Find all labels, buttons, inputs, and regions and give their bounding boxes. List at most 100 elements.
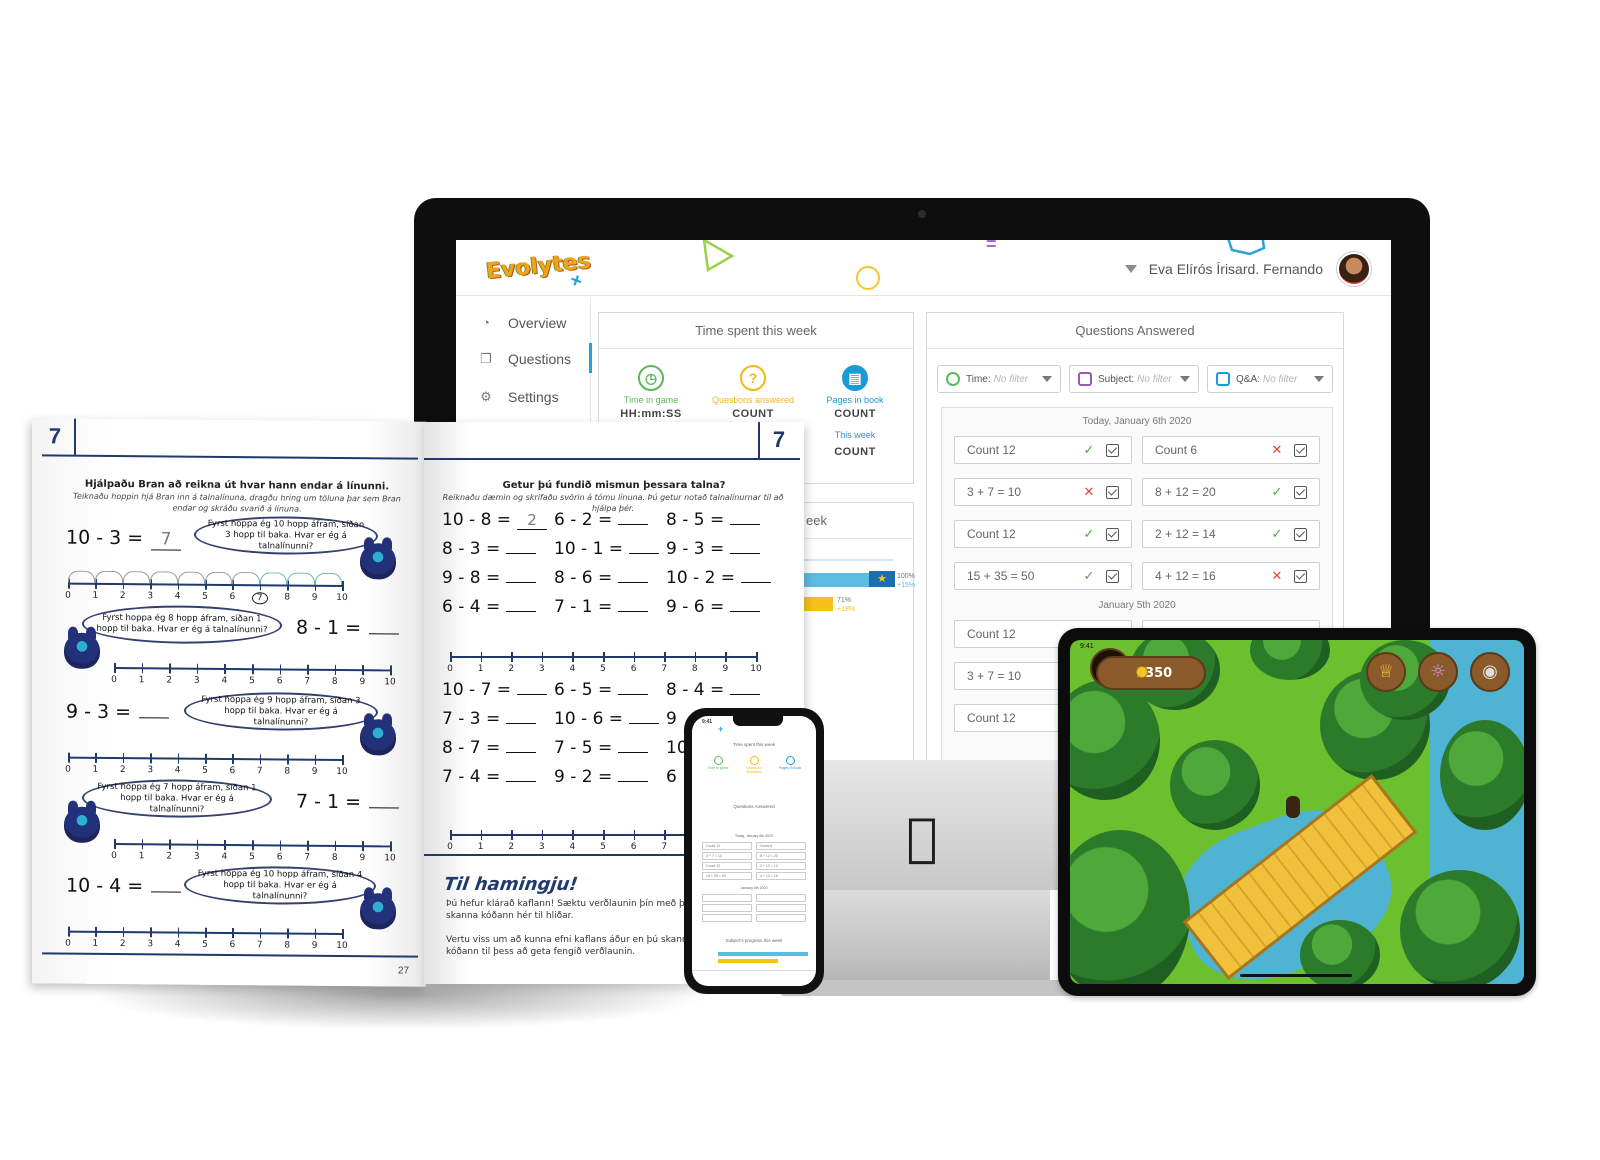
answer-blank[interactable] (741, 582, 772, 583)
phone-question-card[interactable] (756, 904, 806, 912)
phone-question-card[interactable]: 8 + 12 = 20 (756, 852, 806, 860)
answer-blank[interactable] (506, 781, 537, 782)
tree (1250, 640, 1330, 680)
user-menu[interactable]: Eva Elírós Írisard. Fernando (1124, 252, 1371, 286)
number-line-label: 9 (359, 853, 366, 864)
number-line-label: 10 (750, 664, 762, 674)
stat-value: COUNT (834, 446, 876, 458)
question-card[interactable]: 2 + 12 = 14 ✓ (1142, 520, 1320, 548)
avatar[interactable] (1337, 252, 1371, 286)
checkbox-icon[interactable] (1294, 527, 1307, 541)
answer-blank[interactable] (618, 582, 649, 583)
question-card[interactable]: Count 6 ✕ (1142, 436, 1320, 464)
chapter-number: 7 (36, 418, 76, 455)
number-line-tick (114, 662, 116, 674)
checkbox-icon[interactable] (1106, 485, 1119, 499)
subject-icon (1078, 372, 1092, 386)
phone-question-card[interactable] (756, 914, 806, 922)
filter-qa[interactable]: Q&A: No filter (1207, 365, 1333, 393)
phone-question-card[interactable]: 3 + 7 = 10 (702, 852, 752, 860)
stat-label: This week (834, 430, 876, 440)
question-card[interactable]: 4 + 12 = 16 ✕ (1142, 562, 1320, 590)
sidebar-item-settings[interactable]: ⚙ Settings (478, 389, 558, 405)
checkbox-icon[interactable] (1294, 485, 1307, 499)
answer-blank[interactable] (369, 807, 400, 809)
questions-icon: ❐ (480, 351, 492, 366)
question-card[interactable]: Count 12 ✓ (954, 436, 1132, 464)
user-name[interactable]: Eva Elírós Írisard. Fernando (1149, 261, 1323, 277)
filter-time[interactable]: Time: No filter (937, 365, 1061, 393)
trophy-icon[interactable]: ♕ (1366, 652, 1406, 692)
home-indicator (1240, 974, 1352, 977)
phone-question-card[interactable] (702, 914, 752, 922)
imac-stand (800, 890, 1050, 990)
number-line-label: 8 (284, 592, 291, 603)
answer-blank[interactable] (506, 582, 537, 583)
phone-question-card[interactable]: Count 12 (702, 842, 752, 850)
answer-blank[interactable] (506, 723, 537, 724)
problem-expression: 6 - 5 = (554, 680, 613, 700)
answer-blank[interactable] (629, 553, 660, 554)
number-line-label: 0 (447, 842, 453, 852)
sidebar-item-overview[interactable]: ◔ Overview (478, 315, 566, 331)
answer-blank[interactable] (369, 633, 400, 635)
phone-question-card[interactable]: 2 + 12 = 14 (756, 862, 806, 870)
answer-blank[interactable] (730, 553, 761, 554)
phone-question-card[interactable]: 15 + 35 = 50 (702, 872, 752, 880)
creature-icon[interactable]: ☼ (1418, 652, 1458, 692)
chevron-down-icon[interactable] (1124, 265, 1137, 273)
number-line-label: 3 (193, 675, 200, 686)
phone-question-card[interactable]: 4 + 12 = 16 (756, 872, 806, 880)
checkbox-icon[interactable] (1294, 569, 1307, 583)
question-card[interactable]: 15 + 35 = 50 ✓ (954, 562, 1132, 590)
question-card[interactable]: 3 + 7 = 10 ✕ (954, 478, 1132, 506)
checkbox-icon[interactable] (1106, 527, 1119, 541)
answer-blank[interactable] (730, 694, 761, 695)
answer-blank[interactable] (139, 717, 170, 719)
answer-blank[interactable] (506, 553, 537, 554)
problem-expression: 7 - 3 = (442, 709, 501, 729)
answer-blank[interactable] (506, 752, 537, 753)
checkbox-icon[interactable] (1106, 443, 1119, 457)
number-line-tick (362, 665, 364, 676)
answer-blank[interactable] (730, 611, 761, 612)
phone-question-card[interactable] (702, 904, 752, 912)
answer-blank[interactable] (618, 694, 649, 695)
checkbox-icon[interactable] (1106, 569, 1119, 583)
number-line-label: 3 (147, 939, 154, 950)
sidebar-item-questions[interactable]: ❐ Questions (478, 351, 571, 367)
answer-blank[interactable] (517, 694, 548, 695)
phone-question-card[interactable] (702, 894, 752, 902)
answer-blank[interactable] (151, 891, 182, 893)
number-line-tick (664, 830, 666, 840)
phone-question-card[interactable]: Count 6 (756, 842, 806, 850)
sidebar-item-label: Overview (508, 315, 567, 331)
question-card[interactable]: Count 12 ✓ (954, 520, 1132, 548)
phone-question-card[interactable] (756, 894, 806, 902)
answer-blank[interactable] (618, 611, 649, 612)
answer-blank[interactable] (618, 524, 649, 525)
answer-blank[interactable]: 2 (517, 511, 548, 530)
answer-blank[interactable] (730, 524, 761, 525)
answer-blank[interactable] (618, 752, 649, 753)
subtraction-problem: 10 - 1 = (554, 539, 660, 559)
progress-change: +15% (897, 582, 916, 589)
number-line-tick (390, 841, 392, 852)
phone-dashboard: 9:41 + Time spent this week Time in game… (692, 716, 816, 986)
filter-subject[interactable]: Subject: No filter (1069, 365, 1199, 393)
question-card[interactable]: 8 + 12 = 20 ✓ (1142, 478, 1320, 506)
answer-blank[interactable] (506, 611, 537, 612)
answer-blank[interactable] (629, 723, 660, 724)
number-line-tick (307, 664, 309, 675)
number-line-label: 2 (119, 939, 126, 950)
bran-bat-character (360, 893, 396, 930)
number-line-tick (664, 652, 666, 662)
camera-icon[interactable]: ◉ (1470, 652, 1510, 692)
checkbox-icon[interactable] (1294, 443, 1307, 457)
number-line-tick (480, 830, 483, 840)
answer-blank[interactable]: 7 (151, 529, 182, 551)
number-line-label: 5 (202, 939, 208, 950)
phone-question-card[interactable]: Count 12 (702, 862, 752, 870)
number-line-tick (196, 663, 199, 674)
answer-blank[interactable] (618, 781, 649, 782)
